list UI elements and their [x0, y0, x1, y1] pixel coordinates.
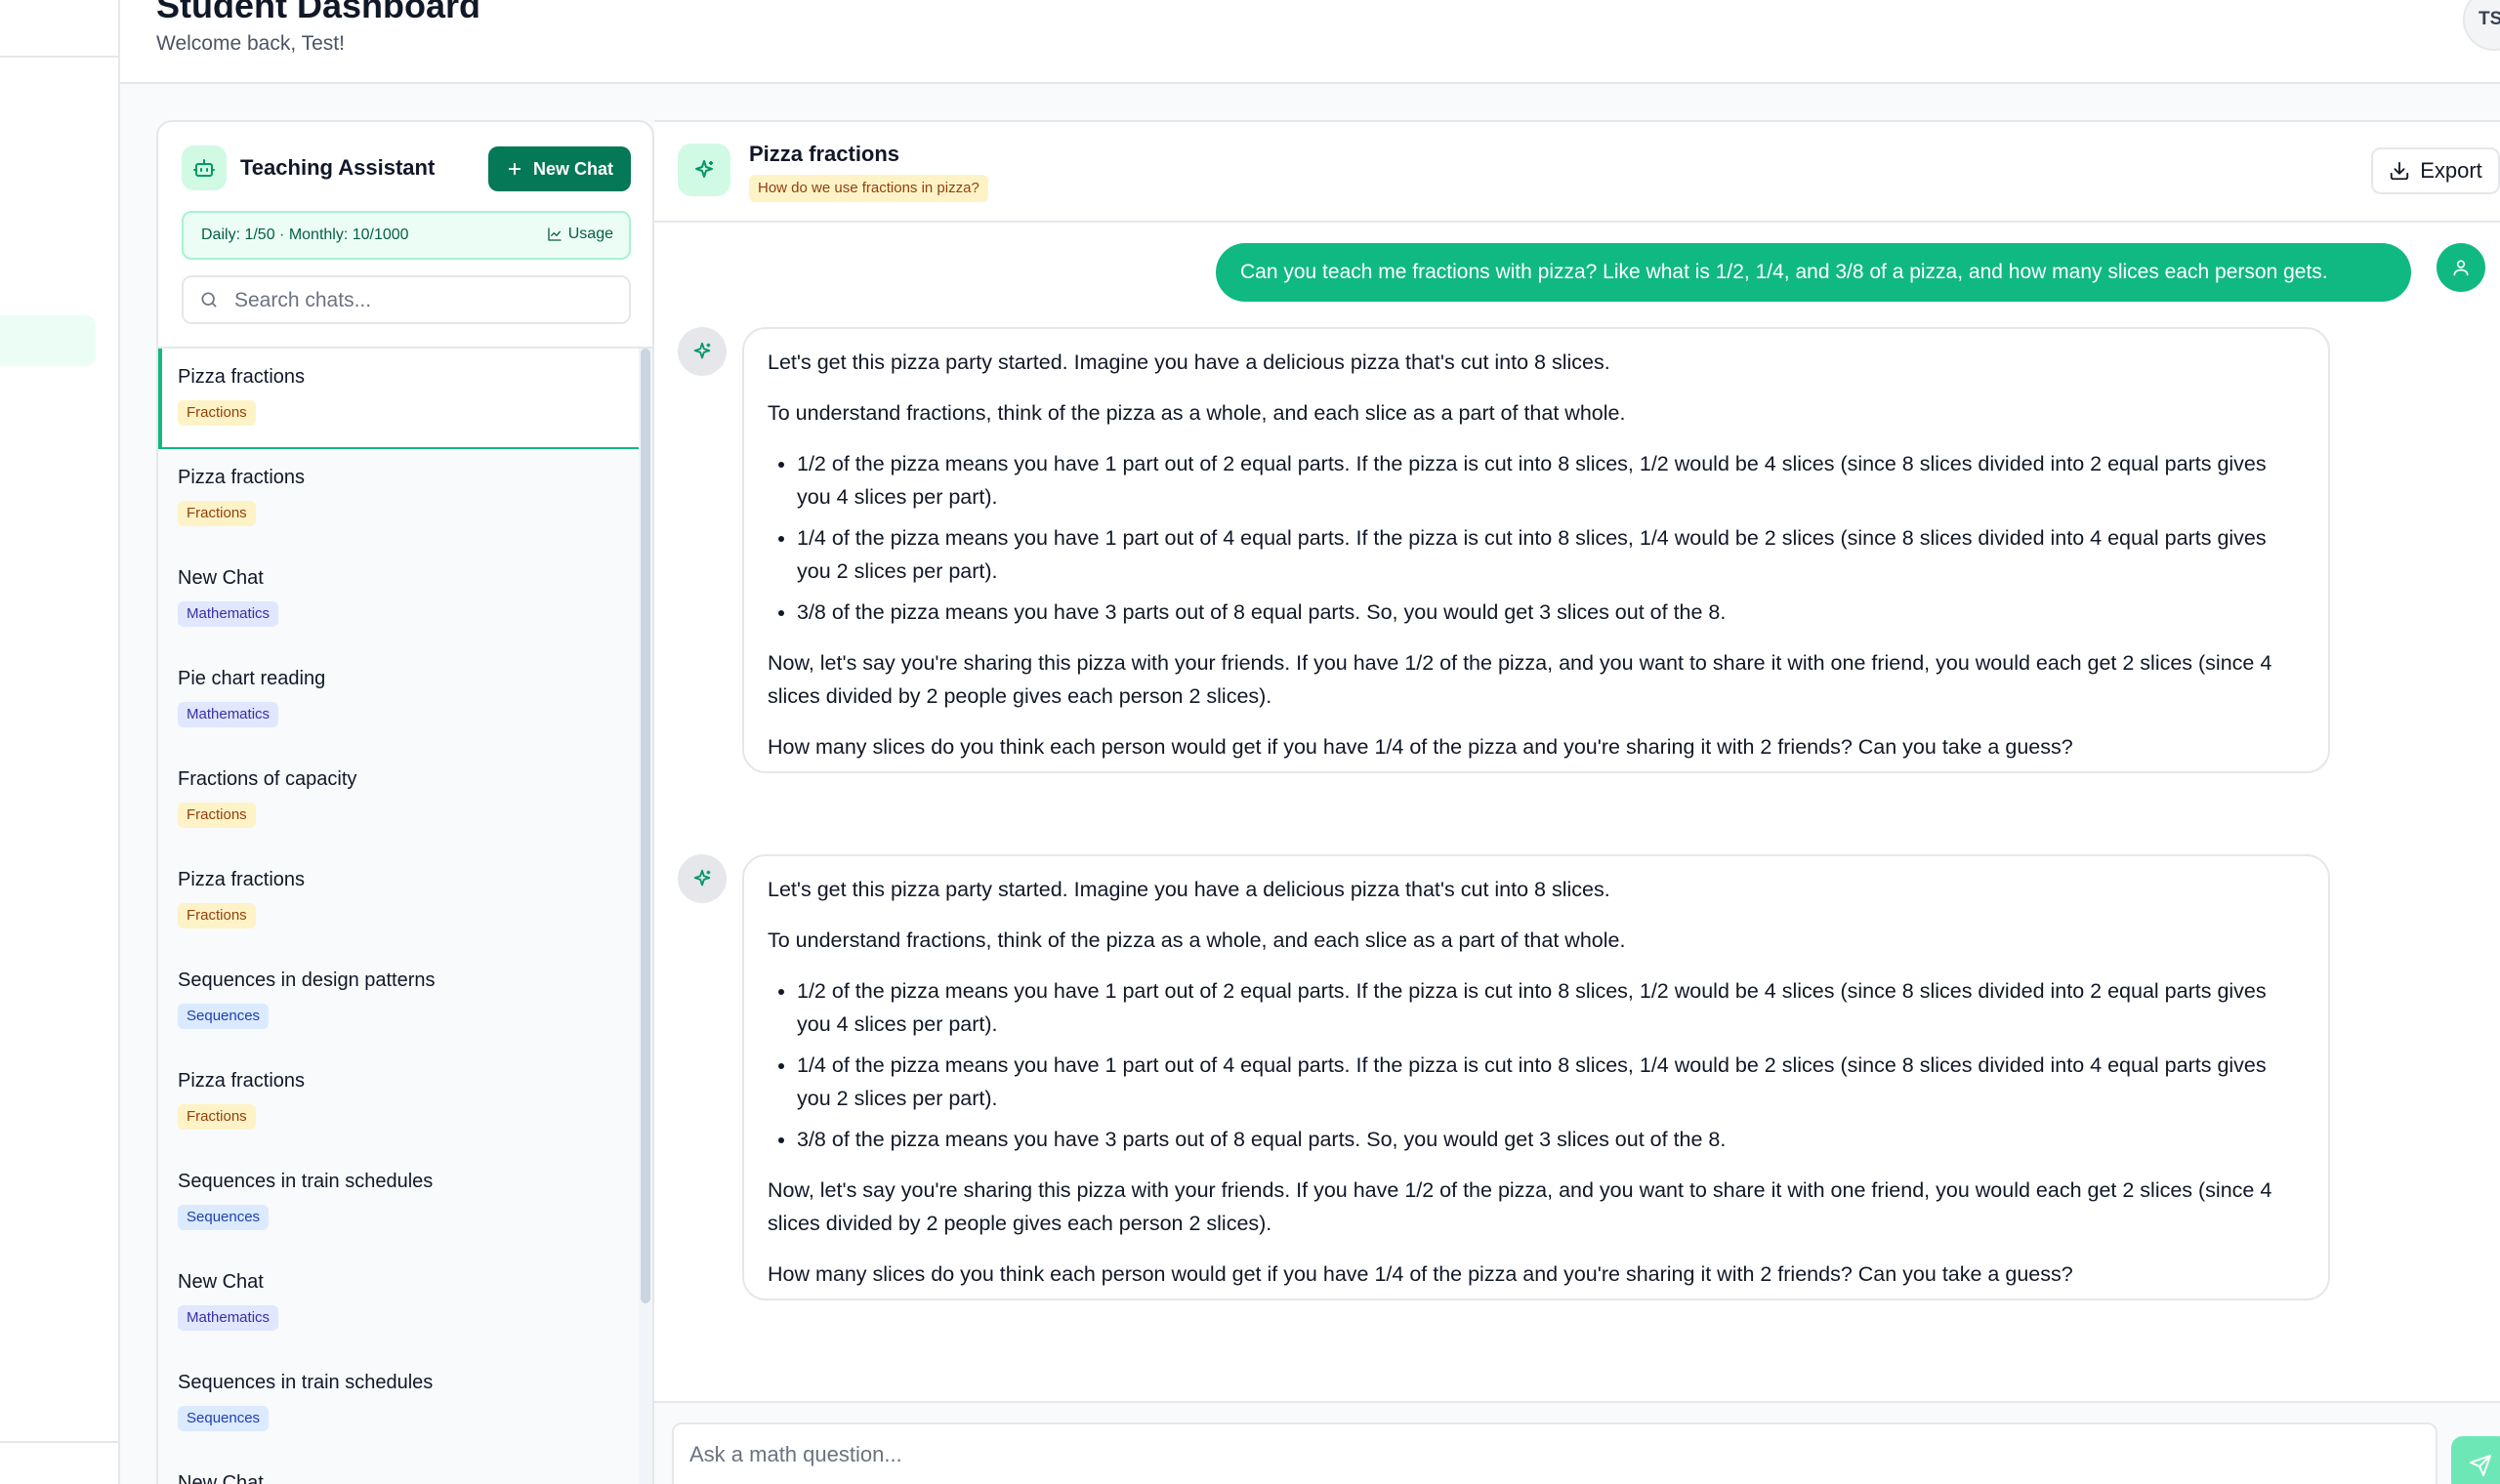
page-title: Student Dashboard	[156, 0, 481, 25]
send-button[interactable]	[2451, 1436, 2500, 1484]
sidebar-divider	[0, 56, 118, 58]
usage-summary: Daily: 1/50 · Monthly: 10/1000 Usage	[182, 211, 631, 260]
assistant-message: Let's get this pizza party started. Imag…	[742, 327, 2330, 773]
usage-text: Daily: 1/50 · Monthly: 10/1000	[201, 227, 409, 243]
chat-panel-header: Teaching Assistant New Chat Daily: 1/50 …	[158, 122, 652, 347]
page-subtitle: Welcome back, Test!	[156, 32, 345, 55]
chat-list-item[interactable]: Sequences in train schedules Sequences	[158, 1354, 639, 1455]
export-label: Export	[2420, 158, 2482, 183]
robot-icon	[182, 145, 227, 190]
chat-item-title: New Chat	[178, 1271, 264, 1293]
conversation-header: Pizza fractions How do we use fractions …	[654, 122, 2500, 223]
list-item: 1/2 of the pizza means you have 1 part o…	[797, 974, 2305, 1041]
chat-item-title: Sequences in train schedules	[178, 1372, 434, 1393]
topic-tag: Mathematics	[178, 702, 279, 727]
chat-list-item[interactable]: Pizza fractions Fractions	[158, 1052, 639, 1153]
topic-tag: Fractions	[178, 400, 256, 426]
message-list: 1/2 of the pizza means you have 1 part o…	[768, 447, 2305, 629]
list-item: 1/4 of the pizza means you have 1 part o…	[797, 1049, 2305, 1115]
topic-tag: Fractions	[178, 903, 256, 928]
chat-list-item[interactable]: New Chat	[158, 1455, 639, 1484]
chat-item-title: New Chat	[178, 1472, 264, 1484]
chat-list-item[interactable]: Sequences in design patterns Sequences	[158, 952, 639, 1052]
chat-item-title: Sequences in train schedules	[178, 1171, 434, 1192]
topic-tag: Sequences	[178, 1205, 270, 1230]
chat-item-title: New Chat	[178, 567, 264, 589]
topic-tag: Fractions	[178, 501, 256, 526]
message-paragraph: To understand fractions, think of the pi…	[768, 928, 1626, 952]
sparkle-icon	[678, 144, 730, 196]
topic-tag: Sequences	[178, 1004, 270, 1029]
list-item: 1/2 of the pizza means you have 1 part o…	[797, 447, 2305, 514]
chat-item-title: Sequences in design patterns	[178, 969, 436, 991]
user-icon	[2437, 243, 2485, 292]
message-paragraph: Let's get this pizza party started. Imag…	[768, 878, 1610, 901]
topic-tag: Fractions	[178, 1104, 256, 1130]
chat-list-item[interactable]: New Chat Mathematics	[158, 1254, 639, 1354]
message-input[interactable]	[672, 1422, 2438, 1484]
panel-title: Teaching Assistant	[240, 155, 436, 180]
message-paragraph: How many slices do you think each person…	[768, 735, 2073, 759]
message-paragraph: How many slices do you think each person…	[768, 1262, 2073, 1286]
message-composer	[654, 1401, 2500, 1484]
download-icon	[2391, 161, 2409, 181]
chat-list-item[interactable]: Pie chart reading Mathematics	[158, 650, 639, 751]
chat-list-item[interactable]: Fractions of capacity Fractions	[158, 751, 639, 851]
chat-item-title: Pizza fractions	[178, 1070, 306, 1092]
list-item: 1/4 of the pizza means you have 1 part o…	[797, 521, 2305, 588]
conversation-title: Pizza fractions	[749, 142, 900, 166]
chat-list-item[interactable]: Pizza fractions Fractions	[158, 449, 639, 550]
scrollbar-thumb[interactable]	[641, 349, 650, 1303]
list-item: 3/8 of the pizza means you have 3 parts …	[797, 596, 2305, 629]
usage-link-label: Usage	[567, 226, 613, 242]
chat-list: Pizza fractions Fractions Pizza fraction…	[158, 349, 639, 1484]
search-input[interactable]	[234, 287, 615, 314]
avatar[interactable]: TS	[2463, 0, 2500, 51]
message-list: 1/2 of the pizza means you have 1 part o…	[768, 974, 2305, 1156]
send-icon	[2470, 1455, 2491, 1476]
message-paragraph: Let's get this pizza party started. Imag…	[768, 350, 1610, 374]
sidebar-active-item[interactable]	[0, 315, 96, 366]
chart-line-icon	[548, 227, 562, 241]
app-sidebar	[0, 0, 120, 1484]
chat-item-title: Fractions of capacity	[178, 768, 357, 790]
message-paragraph: Now, let's say you're sharing this pizza…	[768, 651, 2272, 708]
page-header: Student Dashboard Welcome back, Test! TS	[120, 0, 2500, 84]
topic-tag: Fractions	[178, 803, 256, 828]
chat-history-panel: Teaching Assistant New Chat Daily: 1/50 …	[156, 120, 654, 1484]
chat-list-item[interactable]: Sequences in train schedules Sequences	[158, 1153, 639, 1254]
sparkle-icon	[678, 327, 727, 376]
chat-list-item[interactable]: Pizza fractions Fractions	[158, 851, 639, 952]
chat-item-title: Pizza fractions	[178, 869, 306, 890]
list-item: 3/8 of the pizza means you have 3 parts …	[797, 1123, 2305, 1156]
topic-tag: Mathematics	[178, 1305, 279, 1331]
chat-item-title: Pizza fractions	[178, 467, 306, 488]
search-icon	[199, 290, 219, 314]
usage-link[interactable]: Usage	[547, 226, 613, 243]
message-paragraph: Now, let's say you're sharing this pizza…	[768, 1178, 2272, 1235]
new-chat-label: New Chat	[532, 158, 613, 179]
sidebar-divider	[0, 1441, 118, 1443]
search-box	[182, 275, 631, 324]
sparkle-icon	[678, 854, 727, 903]
plus-icon	[508, 162, 521, 176]
topic-tag: How do we use fractions in pizza?	[749, 175, 988, 202]
user-message: Can you teach me fractions with pizza? L…	[1216, 243, 2411, 302]
chat-list-item[interactable]: New Chat Mathematics	[158, 550, 639, 650]
assistant-message: Let's get this pizza party started. Imag…	[742, 854, 2330, 1300]
conversation-pane: Pizza fractions How do we use fractions …	[654, 120, 2500, 1484]
chat-list-item[interactable]: Pizza fractions Fractions	[158, 349, 639, 449]
export-button[interactable]: Export	[2371, 147, 2500, 194]
topic-tag: Sequences	[178, 1406, 270, 1431]
new-chat-button[interactable]: New Chat	[488, 146, 631, 191]
chat-item-title: Pie chart reading	[178, 668, 326, 689]
message-paragraph: To understand fractions, think of the pi…	[768, 401, 1626, 425]
topic-tag: Mathematics	[178, 601, 279, 627]
chat-item-title: Pizza fractions	[178, 366, 306, 388]
